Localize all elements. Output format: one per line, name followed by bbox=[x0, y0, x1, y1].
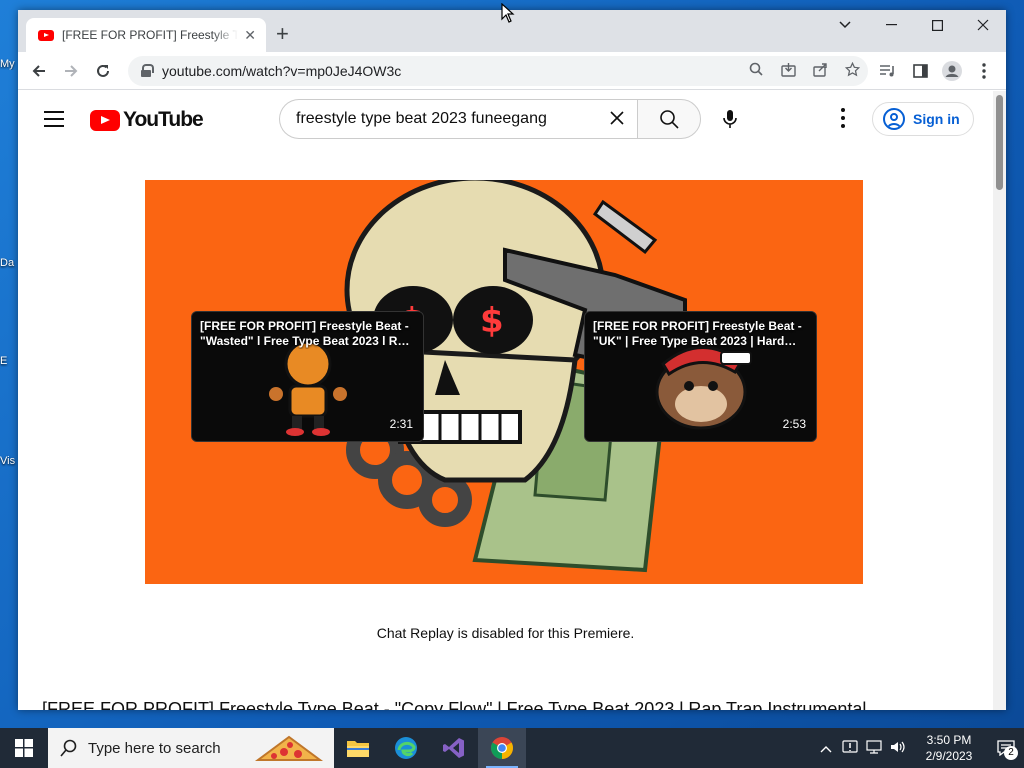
tab-search-chevron-icon[interactable] bbox=[822, 10, 868, 40]
sign-in-label: Sign in bbox=[913, 111, 960, 127]
desktop-icon-label[interactable]: E bbox=[0, 355, 18, 367]
youtube-logo[interactable]: YouTube bbox=[90, 108, 204, 132]
end-card-duration: 2:53 bbox=[782, 417, 806, 431]
reload-button[interactable] bbox=[87, 55, 119, 87]
system-tray: 3:50 PM 2/9/2023 2 bbox=[814, 728, 1024, 768]
profile-icon bbox=[942, 61, 962, 81]
taskbar: Type here to search 3:50 PM 2/9/2023 2 bbox=[0, 728, 1024, 768]
search-query[interactable]: freestyle type beat 2023 funeegang bbox=[296, 110, 597, 128]
taskbar-clock[interactable]: 3:50 PM 2/9/2023 bbox=[918, 732, 980, 764]
close-tab-icon[interactable]: ✕ bbox=[244, 27, 256, 44]
guide-menu-icon[interactable] bbox=[44, 111, 64, 127]
taskbar-search-placeholder: Type here to search bbox=[88, 739, 221, 757]
youtube-header: YouTube freestyle type beat 2023 funeega… bbox=[18, 91, 993, 147]
start-button[interactable] bbox=[0, 728, 48, 768]
tab-title: [FREE FOR PROFIT] Freestyle Type Beat - … bbox=[62, 28, 239, 42]
volume-icon[interactable] bbox=[886, 740, 910, 757]
mouse-cursor-icon bbox=[501, 3, 515, 23]
chrome-menu-icon[interactable] bbox=[968, 55, 1000, 87]
install-app-icon[interactable] bbox=[772, 62, 804, 81]
taskbar-edge[interactable] bbox=[382, 728, 430, 768]
reload-icon bbox=[97, 64, 109, 77]
maximize-button[interactable] bbox=[914, 10, 960, 40]
chrome-icon bbox=[491, 737, 513, 759]
bookmark-star-icon[interactable] bbox=[836, 61, 868, 81]
folder-icon bbox=[347, 741, 369, 757]
notification-count-badge: 2 bbox=[1004, 746, 1018, 760]
network-icon[interactable] bbox=[862, 739, 886, 757]
page-scrollbar[interactable] bbox=[993, 91, 1006, 710]
desktop-icon-label[interactable]: Da bbox=[0, 257, 18, 269]
browser-tab[interactable]: [FREE FOR PROFIT] Freestyle Type Beat - … bbox=[26, 18, 266, 52]
youtube-logo-text: YouTube bbox=[123, 108, 204, 131]
edge-icon bbox=[395, 737, 417, 759]
back-button[interactable] bbox=[23, 55, 55, 87]
browser-toolbar: youtube.com/watch?v=mp0JeJ4OW3c bbox=[18, 52, 1006, 90]
browser-window: [FREE FOR PROFIT] Freestyle Type Beat - … bbox=[18, 10, 1006, 710]
search-button[interactable] bbox=[637, 99, 701, 139]
pizza-icon bbox=[254, 735, 324, 761]
visual-studio-icon bbox=[443, 738, 464, 758]
youtube-favicon-icon bbox=[38, 29, 54, 41]
show-hidden-icons-chevron-icon[interactable] bbox=[814, 741, 838, 756]
sign-in-button[interactable]: Sign in bbox=[872, 102, 974, 136]
lock-icon bbox=[140, 64, 154, 78]
end-card-duration: 2:31 bbox=[389, 417, 413, 431]
desktop-icon-label[interactable]: Vis bbox=[0, 455, 18, 467]
side-panel-icon[interactable] bbox=[904, 55, 936, 87]
clock-date: 2/9/2023 bbox=[925, 749, 973, 763]
voice-search-mic-icon[interactable] bbox=[718, 107, 742, 131]
svg-text:$: $ bbox=[480, 301, 504, 341]
search-input[interactable]: freestyle type beat 2023 funeegang bbox=[279, 99, 637, 139]
end-card-title: [FREE FOR PROFIT] Freestyle Beat - "Wast… bbox=[200, 319, 412, 348]
new-tab-button[interactable]: + bbox=[276, 23, 289, 45]
clear-search-icon[interactable] bbox=[597, 106, 637, 132]
end-screen-video-card[interactable]: [FREE FOR PROFIT] Freestyle Beat - "Wast… bbox=[191, 311, 424, 442]
search-icon bbox=[660, 110, 679, 129]
taskbar-visual-studio[interactable] bbox=[430, 728, 478, 768]
media-control-icon[interactable] bbox=[871, 55, 903, 87]
search-icon bbox=[60, 739, 77, 757]
forward-arrow-icon bbox=[65, 64, 78, 77]
video-player[interactable]: $ $ [FREE FOR PROFIT] bbox=[145, 180, 863, 584]
zoom-search-icon[interactable] bbox=[740, 62, 772, 80]
end-screen-video-card[interactable]: [FREE FOR PROFIT] Freestyle Beat - "UK" … bbox=[584, 311, 817, 442]
taskbar-chrome[interactable] bbox=[478, 728, 526, 768]
clock-time: 3:50 PM bbox=[926, 733, 972, 747]
youtube-page: YouTube freestyle type beat 2023 funeega… bbox=[18, 91, 993, 710]
chat-replay-notice: Chat Replay is disabled for this Premier… bbox=[376, 625, 635, 641]
youtube-play-icon bbox=[90, 109, 120, 131]
taskbar-search-box[interactable]: Type here to search bbox=[48, 728, 334, 768]
security-warning-icon[interactable] bbox=[838, 739, 862, 758]
action-center-button[interactable]: 2 bbox=[988, 728, 1024, 768]
forward-button[interactable] bbox=[55, 55, 87, 87]
profile-avatar[interactable] bbox=[936, 55, 968, 87]
close-window-button[interactable] bbox=[960, 10, 1006, 40]
address-bar[interactable]: youtube.com/watch?v=mp0JeJ4OW3c bbox=[128, 56, 868, 86]
address-url[interactable]: youtube.com/watch?v=mp0JeJ4OW3c bbox=[162, 63, 740, 79]
settings-more-icon[interactable] bbox=[838, 108, 848, 130]
minimize-button[interactable] bbox=[868, 10, 914, 40]
share-icon[interactable] bbox=[804, 62, 836, 81]
video-title: [FREE FOR PROFIT] Freestyle Type Beat - … bbox=[42, 699, 867, 710]
back-arrow-icon bbox=[32, 64, 45, 77]
account-icon bbox=[883, 108, 905, 130]
desktop-icon-label[interactable]: My bbox=[0, 58, 18, 70]
windows-logo-icon bbox=[15, 739, 33, 757]
end-card-title: [FREE FOR PROFIT] Freestyle Beat - "UK" … bbox=[593, 319, 802, 348]
scrollbar-thumb[interactable] bbox=[996, 95, 1003, 190]
taskbar-file-explorer[interactable] bbox=[334, 728, 382, 768]
